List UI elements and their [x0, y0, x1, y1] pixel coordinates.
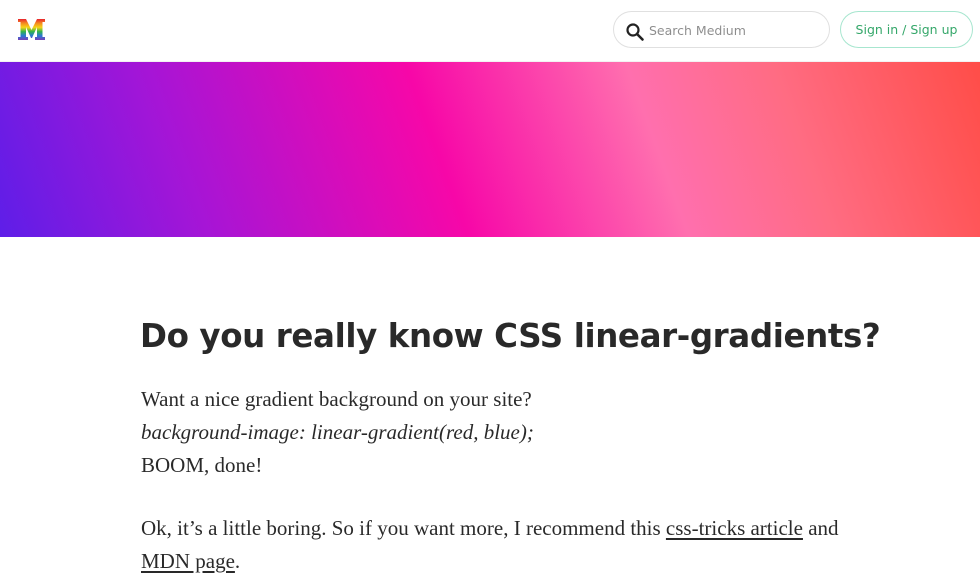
- paragraph-text: and: [808, 516, 839, 540]
- css-tricks-link[interactable]: css-tricks article: [666, 516, 803, 540]
- paragraph: Want a nice gradient background on your …: [141, 387, 532, 411]
- paragraph: Ok, it’s a little boring. So if you want…: [141, 512, 841, 578]
- paragraph-text: Ok, it’s a little boring. So if you want…: [141, 516, 661, 540]
- search-icon[interactable]: [625, 22, 645, 42]
- search-box[interactable]: [613, 11, 830, 48]
- hero-gradient-banner: [0, 62, 980, 237]
- top-navigation-bar: Sign in / Sign up: [0, 0, 980, 62]
- article-body: Want a nice gradient background on your …: [141, 383, 841, 578]
- code-line: background-image: linear-gradient(red, b…: [141, 420, 534, 444]
- sign-in-sign-up-button[interactable]: Sign in / Sign up: [840, 11, 973, 48]
- paragraph: BOOM, done!: [141, 453, 263, 477]
- paragraph-text: .: [234, 549, 241, 573]
- article: Do you really know CSS linear-gradients?…: [140, 311, 881, 578]
- article-title: Do you really know CSS linear-gradients?: [140, 317, 881, 355]
- mdn-link[interactable]: MDN page: [141, 549, 235, 573]
- medium-logo[interactable]: [18, 19, 45, 40]
- search-input[interactable]: [649, 20, 819, 40]
